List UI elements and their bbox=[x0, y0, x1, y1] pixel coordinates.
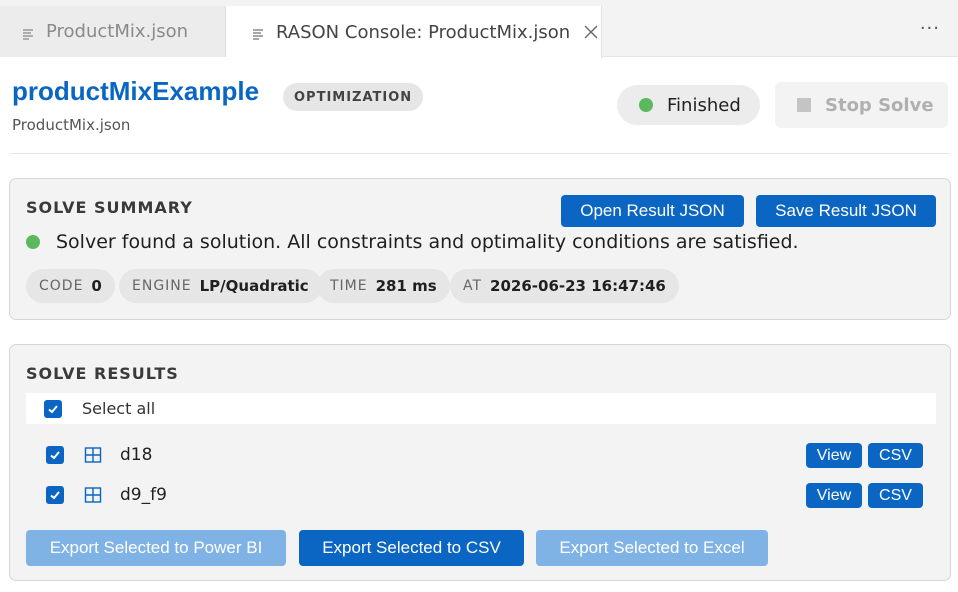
view-button[interactable]: View bbox=[806, 443, 862, 468]
chip-key: TIME bbox=[330, 278, 368, 294]
engine-chip: ENGINE LP/Quadratic bbox=[119, 269, 322, 303]
stop-solve-button[interactable]: Stop Solve bbox=[775, 82, 948, 128]
stop-icon bbox=[797, 98, 811, 112]
open-result-json-button[interactable]: Open Result JSON bbox=[561, 195, 744, 227]
table-grid-icon bbox=[84, 446, 102, 464]
tab-label: RASON Console: ProductMix.json bbox=[276, 21, 571, 43]
file-lines-icon bbox=[252, 25, 266, 40]
list-item: d18 View CSV bbox=[26, 440, 936, 470]
code-chip: CODE 0 bbox=[26, 269, 115, 303]
timestamp-chip: AT 2026-06-23 16:47:46 bbox=[450, 269, 679, 303]
tab-bar: ProductMix.json RASON Console: ProductMi… bbox=[0, 0, 958, 58]
type-badge: OPTIMIZATION bbox=[283, 83, 424, 111]
chip-value: 2026-06-23 16:47:46 bbox=[490, 277, 666, 295]
success-dot-icon bbox=[26, 235, 40, 249]
csv-button[interactable]: CSV bbox=[868, 483, 923, 508]
stop-solve-label: Stop Solve bbox=[825, 94, 934, 116]
solve-results-title: SOLVE RESULTS bbox=[26, 364, 179, 383]
chip-value: LP/Quadratic bbox=[199, 277, 309, 295]
select-all-label: Select all bbox=[82, 399, 156, 418]
export-excel-button[interactable]: Export Selected to Excel bbox=[536, 530, 768, 566]
chip-key: CODE bbox=[39, 278, 84, 294]
status-dot-icon bbox=[639, 98, 653, 112]
select-all-checkbox[interactable] bbox=[44, 399, 62, 418]
export-csv-button[interactable]: Export Selected to CSV bbox=[299, 530, 524, 566]
solve-summary-panel: SOLVE SUMMARY Open Result JSON Save Resu… bbox=[9, 178, 951, 320]
result-name: d9_f9 bbox=[120, 485, 167, 505]
list-item: d9_f9 View CSV bbox=[26, 480, 936, 510]
tab-productmix-json[interactable]: ProductMix.json bbox=[0, 6, 226, 57]
header-divider bbox=[10, 153, 950, 154]
csv-button[interactable]: CSV bbox=[868, 443, 923, 468]
view-button[interactable]: View bbox=[806, 483, 862, 508]
chip-value: 281 ms bbox=[375, 277, 437, 295]
time-chip: TIME 281 ms bbox=[317, 269, 450, 303]
result-name: d18 bbox=[120, 445, 153, 465]
select-all-row[interactable]: Select all bbox=[26, 393, 936, 424]
tab-rason-console[interactable]: RASON Console: ProductMix.json bbox=[226, 6, 602, 58]
solve-summary-title: SOLVE SUMMARY bbox=[26, 198, 193, 217]
status-label: Finished bbox=[667, 94, 741, 116]
chip-key: AT bbox=[463, 278, 483, 294]
solve-message-text: Solver found a solution. All constraints… bbox=[56, 231, 799, 253]
chip-value: 0 bbox=[91, 277, 102, 295]
status-badge: Finished bbox=[617, 85, 760, 125]
row-checkbox[interactable] bbox=[46, 446, 64, 464]
save-result-json-button[interactable]: Save Result JSON bbox=[756, 195, 936, 227]
row-checkbox[interactable] bbox=[46, 486, 64, 504]
solve-results-panel: SOLVE RESULTS Select all d18 View CSV d9… bbox=[9, 344, 951, 581]
chip-key: ENGINE bbox=[132, 278, 192, 294]
export-powerbi-button[interactable]: Export Selected to Power BI bbox=[26, 530, 286, 566]
close-icon[interactable] bbox=[582, 23, 600, 41]
solve-message: Solver found a solution. All constraints… bbox=[26, 231, 799, 253]
page-subtitle: ProductMix.json bbox=[12, 116, 131, 134]
page-title: productMixExample bbox=[12, 76, 260, 106]
tab-label: ProductMix.json bbox=[46, 21, 189, 42]
table-grid-icon bbox=[84, 486, 102, 504]
more-actions-icon[interactable]: ··· bbox=[920, 18, 940, 39]
file-lines-icon bbox=[22, 25, 36, 40]
